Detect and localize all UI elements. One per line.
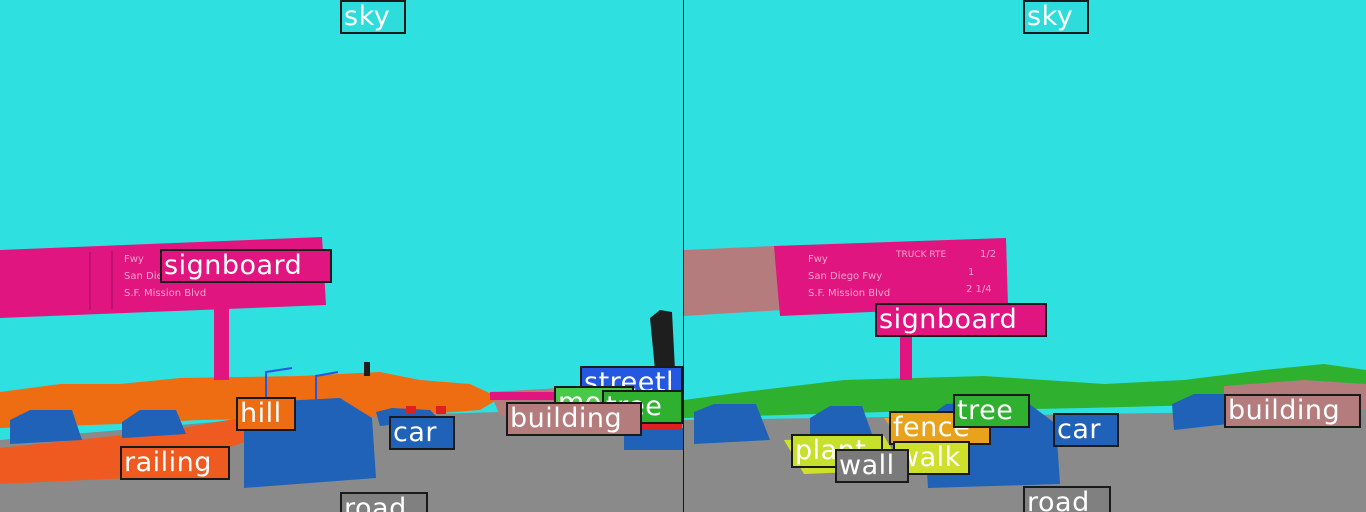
label-sky: sky	[1023, 0, 1089, 34]
sign-line-1: Fwy	[808, 254, 828, 265]
sign-fraction-3: 2 1/4	[966, 284, 992, 295]
sign-fraction-2: 1	[968, 267, 974, 278]
sign-line-2: San Diego Fwy	[808, 271, 882, 282]
label-signboard: signboard	[875, 303, 1047, 337]
sign-fraction-1: 1/2	[980, 249, 996, 260]
label-car: car	[389, 416, 455, 450]
signboard-pole	[900, 330, 912, 380]
building-sign-region	[684, 246, 782, 316]
label-signboard: signboard	[160, 249, 332, 283]
sign-badge-text: TRUCK RTE	[895, 250, 946, 260]
sign-line-1: Fwy	[124, 254, 144, 265]
label-building: building	[506, 402, 642, 436]
signboard-pole	[214, 305, 229, 380]
sign-line-3: S.F. Mission Blvd	[808, 288, 890, 299]
right-segmentation-panel: Fwy San Diego Fwy S.F. Mission Blvd TRUC…	[684, 0, 1366, 512]
traffic-sign	[364, 362, 370, 376]
label-sky: sky	[340, 0, 406, 34]
label-railing: railing	[120, 446, 230, 480]
label-car: car	[1053, 413, 1119, 447]
label-wall: wall	[835, 449, 909, 483]
car-region-1	[10, 410, 82, 444]
label-road: road	[1023, 486, 1111, 512]
segmentation-comparison: Fwy San Diego Fwy S.F. Mission Blvd sk	[0, 0, 1366, 512]
label-road: road	[340, 492, 428, 512]
label-building: building	[1224, 394, 1361, 428]
label-hill: hill	[236, 397, 296, 431]
label-tree: tree	[953, 394, 1030, 428]
left-segmentation-panel: Fwy San Diego Fwy S.F. Mission Blvd sk	[0, 0, 683, 512]
red-light-2	[436, 406, 446, 414]
red-light-1	[406, 406, 416, 414]
right-segmentation-mask: Fwy San Diego Fwy S.F. Mission Blvd TRUC…	[684, 0, 1366, 512]
sign-line-3: S.F. Mission Blvd	[124, 288, 206, 299]
